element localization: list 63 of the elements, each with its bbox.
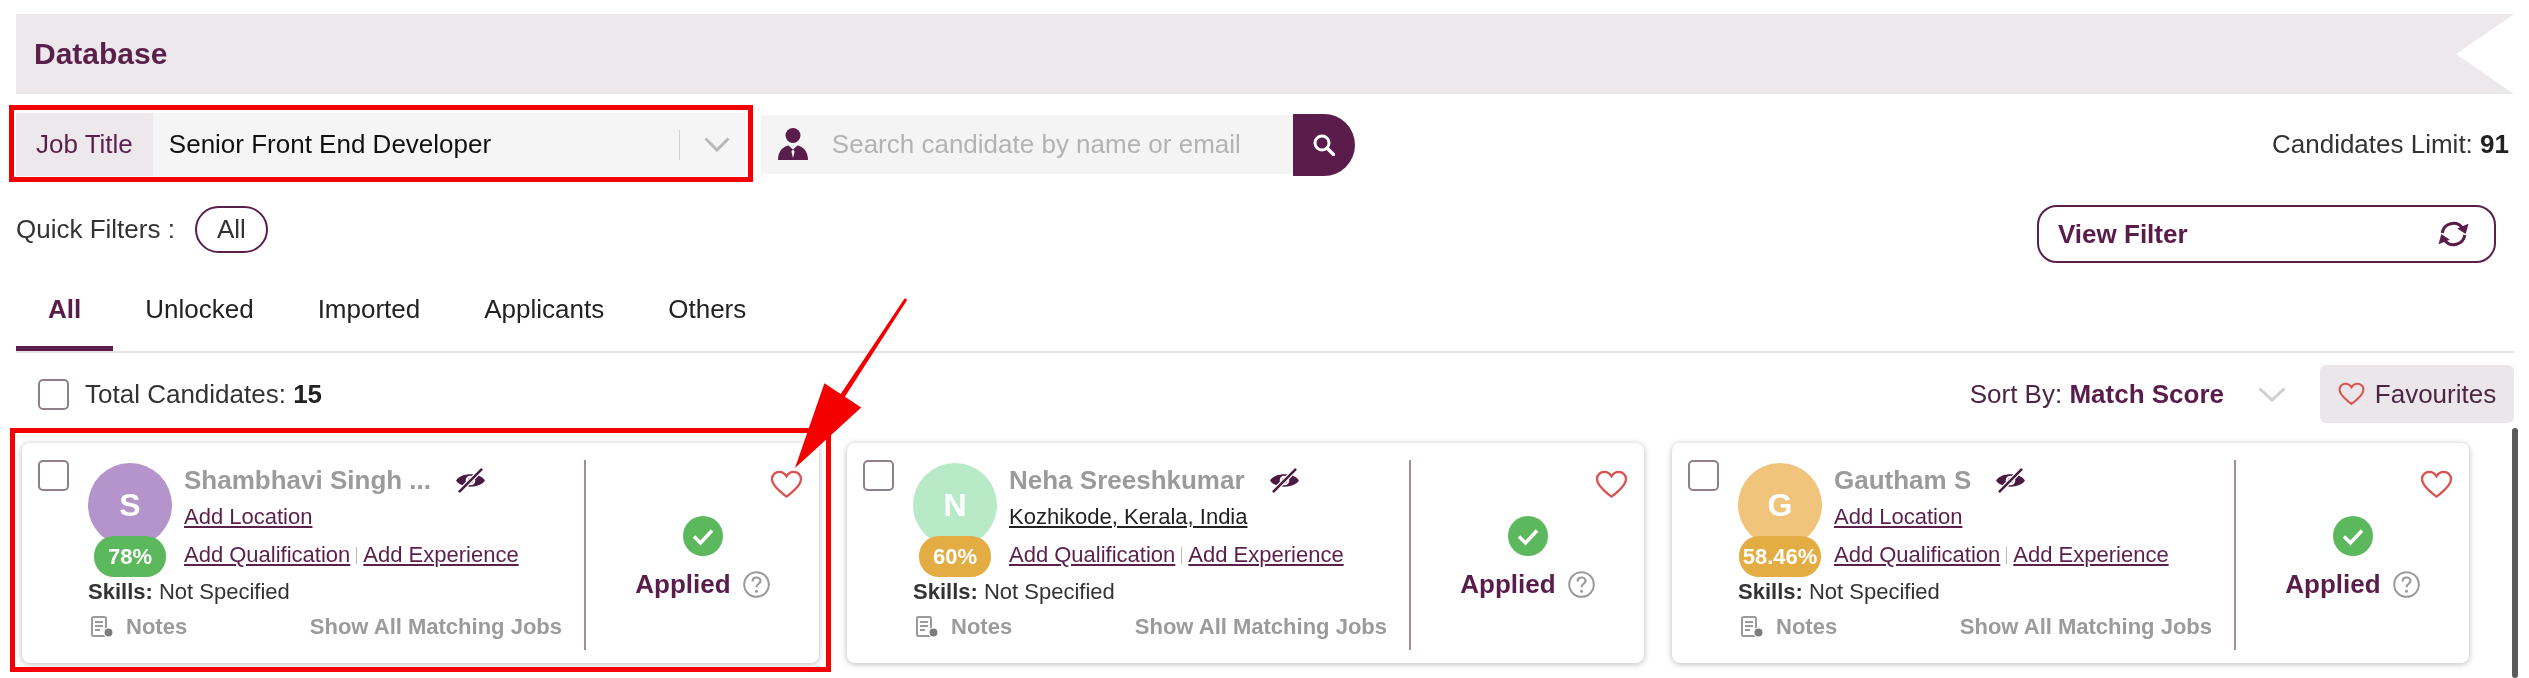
eye-slash-icon[interactable] <box>1268 467 1300 493</box>
skills-text: Skills: Not Specified <box>913 578 1116 606</box>
tab[interactable]: Unlocked <box>113 272 286 351</box>
heart-icon <box>2337 382 2365 406</box>
person-icon <box>777 128 808 160</box>
tab[interactable]: All <box>16 272 114 351</box>
tab[interactable]: Others <box>636 272 779 351</box>
check-circle-icon <box>2332 516 2373 556</box>
sort-dropdown[interactable]: Sort By: Match Score <box>1969 378 2286 410</box>
match-score-badge: 60% <box>919 536 991 577</box>
check-circle-icon <box>682 516 723 556</box>
skills-text: Skills: Not Specified <box>1738 578 1941 606</box>
candidate-checkbox[interactable] <box>1688 460 1719 491</box>
candidate-name: Shambhavi Singh ... <box>184 464 432 496</box>
skills-text: Skills: Not Specified <box>88 578 291 606</box>
status-label: Applied <box>1460 568 1556 600</box>
add-details-link[interactable]: Add Qualification <box>184 541 351 569</box>
select-all-checkbox[interactable] <box>38 378 69 410</box>
filter-chip[interactable]: All <box>194 206 268 253</box>
notes-icon <box>91 616 114 638</box>
match-score-badge: 78% <box>94 536 166 577</box>
heart-icon[interactable] <box>1595 470 1628 499</box>
heart-icon[interactable] <box>770 470 803 499</box>
chevron-down-icon <box>703 137 730 152</box>
tab[interactable]: Applicants <box>452 272 637 351</box>
eye-slash-icon[interactable] <box>1995 467 2027 493</box>
candidate-checkbox[interactable] <box>863 460 894 491</box>
heart-icon[interactable] <box>2420 470 2453 499</box>
job-title-label: Job Title <box>16 113 153 176</box>
add-details-link[interactable]: Add Experience <box>2013 541 2169 569</box>
scrollbar-thumb[interactable] <box>2512 428 2518 678</box>
status-label: Applied <box>635 568 731 600</box>
help-icon[interactable] <box>1567 570 1595 598</box>
status-label: Applied <box>2285 568 2381 600</box>
view-filter-button[interactable]: View Filter <box>2037 205 2496 263</box>
candidate-name: Neha Sreeshkumar <box>1009 464 1245 496</box>
check-circle-icon <box>1507 516 1548 556</box>
help-icon[interactable] <box>2392 570 2420 598</box>
page-title: Database <box>34 37 168 71</box>
candidates-limit-text: Candidates Limit: 91 <box>2271 129 2509 160</box>
add-details-link[interactable]: Add Experience <box>363 541 519 569</box>
tab[interactable]: Imported <box>285 272 453 351</box>
quick-filters-label: Quick Filters : <box>16 214 175 245</box>
add-details-link[interactable]: Add Experience <box>1188 541 1344 569</box>
help-icon[interactable] <box>742 570 770 598</box>
add-details-link[interactable]: Add Qualification <box>1009 541 1176 569</box>
favourites-button[interactable]: Favourites <box>2320 365 2514 423</box>
eye-slash-icon[interactable] <box>455 467 487 493</box>
location-link[interactable]: Kozhikode, Kerala, India <box>1009 503 1248 531</box>
add-details-link[interactable]: Add Qualification <box>1834 541 2001 569</box>
job-title-dropdown[interactable]: Senior Front End Developer <box>152 113 745 176</box>
match-score-badge: 58.46% <box>1738 536 1822 577</box>
candidate-name: Gautham S <box>1834 464 1972 496</box>
total-candidates-text: Total Candidates: 15 <box>85 378 323 410</box>
search-icon <box>1312 133 1335 156</box>
notes-icon <box>916 616 939 638</box>
search-field[interactable]: Search candidate by name or email <box>760 115 1293 174</box>
candidate-checkbox[interactable] <box>38 460 69 491</box>
notes-icon <box>1741 616 1764 638</box>
add-location-link[interactable]: Add Location <box>184 503 313 531</box>
search-button[interactable] <box>1292 113 1355 176</box>
add-location-link[interactable]: Add Location <box>1834 503 1963 531</box>
chevron-down-icon <box>2258 386 2286 402</box>
